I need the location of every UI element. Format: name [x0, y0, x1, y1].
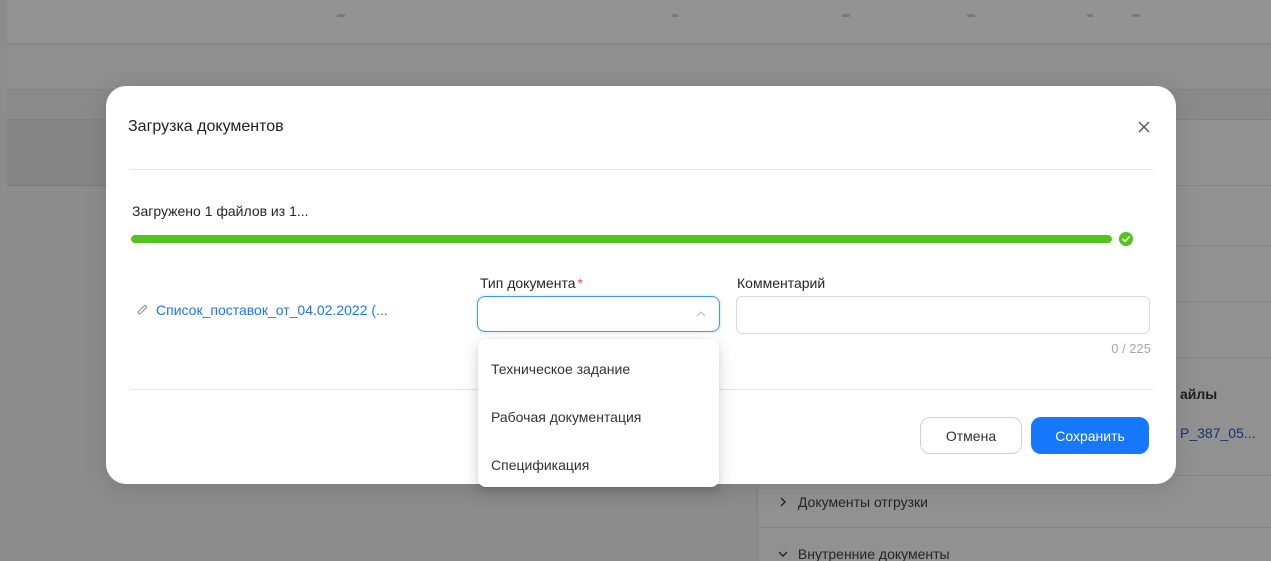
file-name: Список_поставок_от_04.02.2022 (...	[156, 302, 388, 318]
comment-input[interactable]	[736, 296, 1150, 334]
chevron-right-icon	[778, 494, 794, 510]
dropdown-option-specification[interactable]: Спецификация	[478, 441, 719, 489]
modal-title: Загрузка документов	[128, 118, 284, 135]
background-section-shipping: Документы отгрузки	[778, 494, 928, 510]
background-section-label: Внутренние документы	[797, 546, 950, 561]
upload-progress-bar	[131, 235, 1112, 243]
comment-label: Комментарий	[737, 275, 826, 291]
background-toolbar	[7, 44, 1271, 90]
close-button[interactable]	[1133, 116, 1155, 138]
document-type-label-text: Тип документа	[480, 275, 576, 291]
paperclip-icon	[136, 303, 148, 317]
dropdown-option-technical-task[interactable]: Техническое задание	[478, 345, 719, 393]
dropdown-option-working-docs[interactable]: Рабочая документация	[478, 393, 719, 441]
document-type-label: Тип документа *	[480, 275, 583, 291]
upload-progress-fill	[131, 235, 1112, 243]
chevron-up-icon	[696, 311, 706, 317]
save-button[interactable]: Сохранить	[1031, 417, 1149, 454]
document-type-select[interactable]	[477, 296, 720, 332]
upload-status-text: Загружено 1 файлов из 1...	[132, 203, 309, 219]
background-header	[7, 0, 1271, 44]
uploaded-file-link[interactable]: Список_поставок_от_04.02.2022 (...	[136, 302, 388, 318]
background-files-title: айлы	[1180, 386, 1218, 402]
divider	[130, 169, 1153, 170]
chevron-down-icon	[778, 546, 794, 561]
required-mark: *	[577, 275, 583, 291]
cancel-button[interactable]: Отмена	[920, 417, 1022, 454]
background-file-link: P_387_05...	[1180, 425, 1256, 441]
background-section-internal: Внутренние документы	[778, 546, 950, 561]
check-circle-icon	[1119, 232, 1133, 246]
document-type-dropdown: Техническое задание Рабочая документация…	[478, 339, 719, 487]
comment-char-count: 0 / 225	[1111, 341, 1151, 356]
background-section-label: Документы отгрузки	[797, 494, 928, 510]
close-icon	[1138, 121, 1150, 133]
